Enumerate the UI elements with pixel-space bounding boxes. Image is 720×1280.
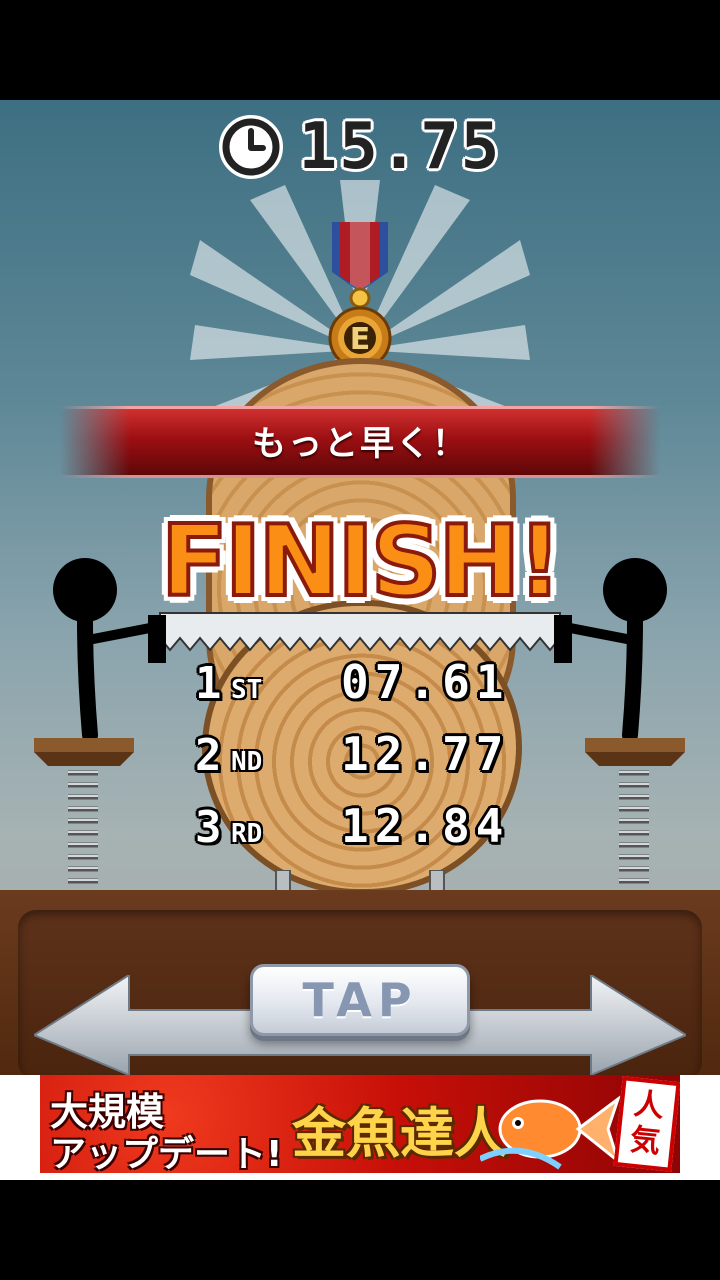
ranking-row: 2 ND 12.77	[195, 727, 535, 799]
rank-time: 07.61	[341, 655, 510, 709]
ranking-row: 3 RD 12.84	[195, 799, 535, 871]
ranking-row: 1 ST 07.61	[195, 655, 535, 727]
timer: 15.75	[0, 110, 720, 184]
spring-right	[619, 770, 649, 884]
finish-title: FINISH!	[159, 505, 564, 619]
rank-suffix: RD	[231, 819, 263, 849]
tap-button-label: TAP	[302, 973, 418, 1027]
clock-icon	[218, 115, 283, 179]
ad-badge-top: 人	[632, 1086, 666, 1125]
goldfish-icon	[480, 1095, 620, 1170]
rank-suffix: ST	[231, 675, 263, 705]
game-screen[interactable]: 15.75 E もっと早く！ FINISH! 1 ST 07.61 2 ND 1…	[0, 100, 720, 1075]
rank-place: 1	[195, 658, 222, 709]
ad-title: 金魚達人	[292, 1101, 508, 1165]
medal-icon: E	[328, 222, 392, 370]
medal-grade: E	[350, 322, 371, 357]
platform-left	[34, 738, 134, 766]
rank-time: 12.84	[341, 799, 510, 853]
ad-badge: 人 気	[613, 1076, 680, 1172]
rank-suffix: ND	[231, 747, 263, 777]
rank-place: 2	[195, 730, 222, 781]
timer-value: 15.75	[298, 110, 502, 184]
ad-line2: アップデート!	[50, 1134, 283, 1173]
spring-left	[68, 770, 98, 884]
ad-banner[interactable]: 大規模 アップデート! 金魚達人 人 気	[40, 1075, 680, 1173]
rank-time: 12.77	[341, 727, 510, 781]
ad-badge-bottom: 気	[628, 1122, 662, 1161]
navigation-bar-area	[0, 1180, 720, 1280]
banner-message: もっと早く！	[252, 424, 468, 464]
platform-right	[585, 738, 685, 766]
rank-place: 3	[195, 802, 222, 853]
status-bar-area	[0, 0, 720, 100]
tap-button[interactable]: TAP	[250, 964, 470, 1036]
ranking-list: 1 ST 07.61 2 ND 12.77 3 RD 12.84	[195, 655, 535, 871]
